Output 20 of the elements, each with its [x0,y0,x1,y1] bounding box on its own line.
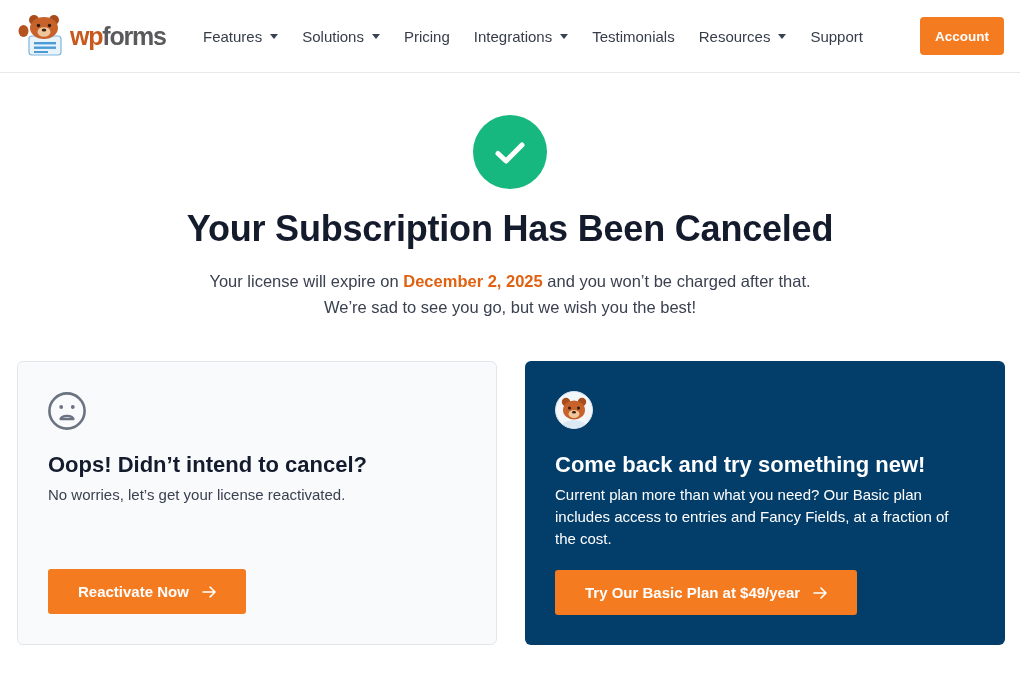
arrow-right-icon [201,585,216,598]
card-heading: Oops! Didn’t intend to cancel? [48,451,367,479]
nav-link[interactable]: Resources [698,27,787,45]
nav-link[interactable]: Solutions [302,27,380,45]
farewell-message: We’re sad to see you go, but we wish you the best! [323,297,697,318]
nav-link[interactable]: Support [810,27,863,45]
card-heading: Come back and try something new! [555,451,926,479]
expiry-message: Your license will expire on December 2, 2025 and you won’t be charged after that. [209,271,811,292]
logo-wordmark[interactable]: wpforms [70,23,166,49]
arrow-right-icon [813,586,828,599]
page-title: Your Subscription Has Been Canceled [186,207,834,251]
nav-link[interactable]: Integrations [473,27,569,45]
card-text: Current plan more than what you need? Our Basic plan includes access to entries and Fancy Fields, at a fraction of the cost. [555,485,950,549]
nav-link[interactable]: Pricing [403,27,450,45]
success-check-icon [473,115,547,189]
nav-link[interactable]: Features [203,27,279,45]
bear-avatar-icon [555,391,593,429]
nav-link[interactable]: Testimonials [592,27,675,45]
card-text: No worries, let’s get your license reactivated. [48,485,346,505]
sad-face-icon [48,392,86,430]
